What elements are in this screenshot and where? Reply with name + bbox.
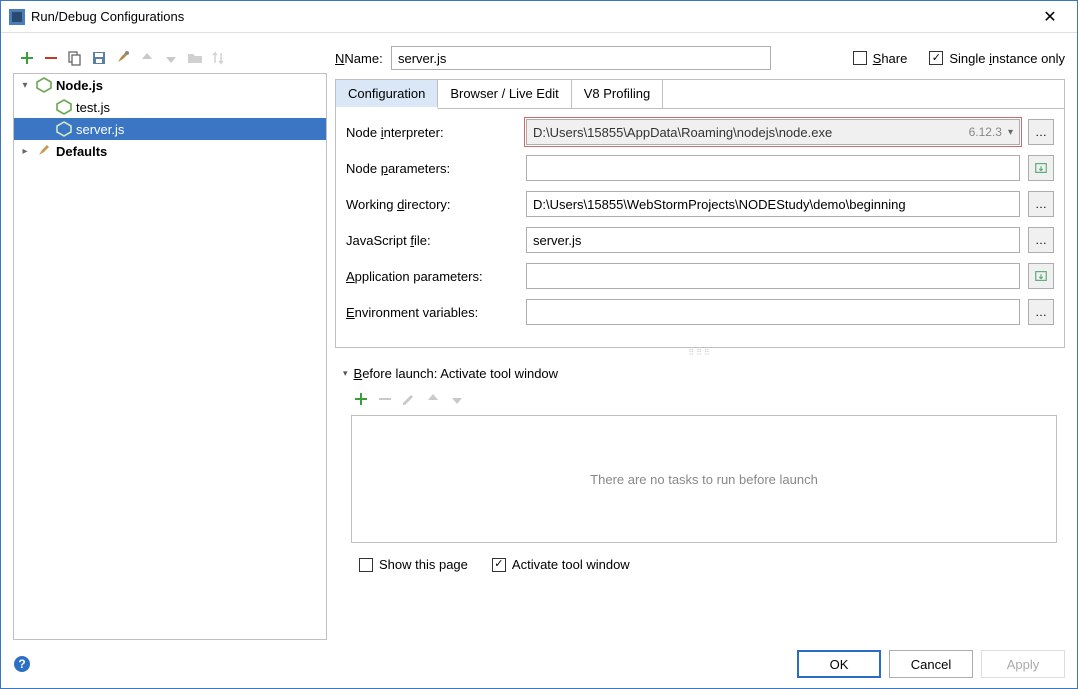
activate-tool-window-checkbox[interactable] (492, 558, 506, 572)
node-params-label: Node parameters: (346, 161, 518, 176)
share-checkbox[interactable] (853, 51, 867, 65)
help-icon[interactable]: ? (13, 655, 31, 673)
ok-button[interactable]: OK (797, 650, 881, 678)
before-launch-title: Before launch: Activate tool window (354, 366, 559, 381)
copy-config-button[interactable] (65, 48, 85, 68)
save-config-button[interactable] (89, 48, 109, 68)
tab-v8-profiling[interactable]: V8 Profiling (572, 80, 663, 108)
task-down-button[interactable] (447, 389, 467, 409)
browse-interpreter-button[interactable]: … (1028, 119, 1054, 145)
node-interpreter-label: Node interpreter: (346, 125, 518, 140)
tab-browser-live-edit[interactable]: Browser / Live Edit (438, 80, 571, 108)
before-launch-header[interactable]: ▾ Before launch: Activate tool window (343, 366, 1065, 381)
chevron-down-icon: ▾ (1008, 127, 1013, 138)
resize-grip[interactable]: ⠿⠿⠿ (335, 348, 1065, 356)
before-launch-list[interactable]: There are no tasks to run before launch (351, 415, 1057, 543)
tree-node-nodejs[interactable]: ▾ Node.js (14, 74, 326, 96)
name-label: NName: (335, 51, 383, 66)
workdir-label: Working directory: (346, 197, 518, 212)
show-page-label: Show this page (379, 557, 468, 572)
dialog-title: Run/Debug Configurations (31, 9, 1027, 24)
app-icon (9, 9, 25, 25)
wrench-icon (36, 143, 52, 159)
svg-text:?: ? (18, 657, 25, 671)
add-task-button[interactable] (351, 389, 371, 409)
tree-item-testjs[interactable]: test.js (14, 96, 326, 118)
remove-task-button[interactable] (375, 389, 395, 409)
config-tree[interactable]: ▾ Node.js test.js server.js (13, 73, 327, 640)
single-instance-checkbox[interactable] (929, 51, 943, 65)
task-up-button[interactable] (423, 389, 443, 409)
app-params-input[interactable] (526, 263, 1020, 289)
jsfile-label: JavaScript file: (346, 233, 518, 248)
tabs: Configuration Browser / Live Edit V8 Pro… (336, 80, 1064, 109)
expand-node-params-button[interactable] (1028, 155, 1054, 181)
env-input[interactable] (526, 299, 1020, 325)
chevron-down-icon: ▾ (343, 368, 348, 379)
expand-app-params-button[interactable] (1028, 263, 1054, 289)
node-params-input[interactable] (526, 155, 1020, 181)
move-down-button[interactable] (161, 48, 181, 68)
node-interpreter-value: D:\Users\15855\AppData\Roaming\nodejs\no… (533, 125, 832, 140)
apply-button[interactable]: Apply (981, 650, 1065, 678)
tree-node-label: Node.js (56, 78, 103, 93)
tree-node-label: Defaults (56, 144, 107, 159)
nodejs-icon (36, 77, 52, 93)
tree-item-label: server.js (76, 122, 124, 137)
nodejs-icon (56, 121, 72, 137)
edit-task-button[interactable] (399, 389, 419, 409)
browse-jsfile-button[interactable]: … (1028, 227, 1054, 253)
node-interpreter-dropdown[interactable]: D:\Users\15855\AppData\Roaming\nodejs\no… (526, 119, 1020, 145)
share-label: Share (873, 51, 908, 66)
tab-configuration[interactable]: Configuration (336, 80, 438, 109)
tree-item-serverjs[interactable]: server.js (14, 118, 326, 140)
move-up-button[interactable] (137, 48, 157, 68)
app-params-label: Application parameters: (346, 269, 518, 284)
before-launch-placeholder: There are no tasks to run before launch (590, 472, 818, 487)
jsfile-input[interactable] (526, 227, 1020, 253)
remove-config-button[interactable] (41, 48, 61, 68)
folder-button[interactable] (185, 48, 205, 68)
activate-tool-window-label: Activate tool window (512, 557, 630, 572)
settings-config-button[interactable] (113, 48, 133, 68)
single-instance-label: Single instance only (949, 51, 1065, 66)
close-button[interactable]: ✕ (1027, 2, 1073, 32)
browse-workdir-button[interactable]: … (1028, 191, 1054, 217)
node-version: 6.12.3 (969, 125, 1002, 139)
tree-item-label: test.js (76, 100, 110, 115)
chevron-down-icon: ▾ (18, 80, 32, 91)
workdir-input[interactable] (526, 191, 1020, 217)
sort-button[interactable] (209, 48, 229, 68)
config-toolbar (13, 45, 327, 71)
add-config-button[interactable] (17, 48, 37, 68)
tree-node-defaults[interactable]: ▸ Defaults (14, 140, 326, 162)
titlebar: Run/Debug Configurations ✕ (1, 1, 1077, 33)
env-label: Environment variables: (346, 305, 518, 320)
name-input[interactable] (391, 46, 771, 70)
browse-env-button[interactable]: … (1028, 299, 1054, 325)
nodejs-icon (56, 99, 72, 115)
chevron-right-icon: ▸ (18, 146, 32, 157)
show-page-checkbox[interactable] (359, 558, 373, 572)
cancel-button[interactable]: Cancel (889, 650, 973, 678)
